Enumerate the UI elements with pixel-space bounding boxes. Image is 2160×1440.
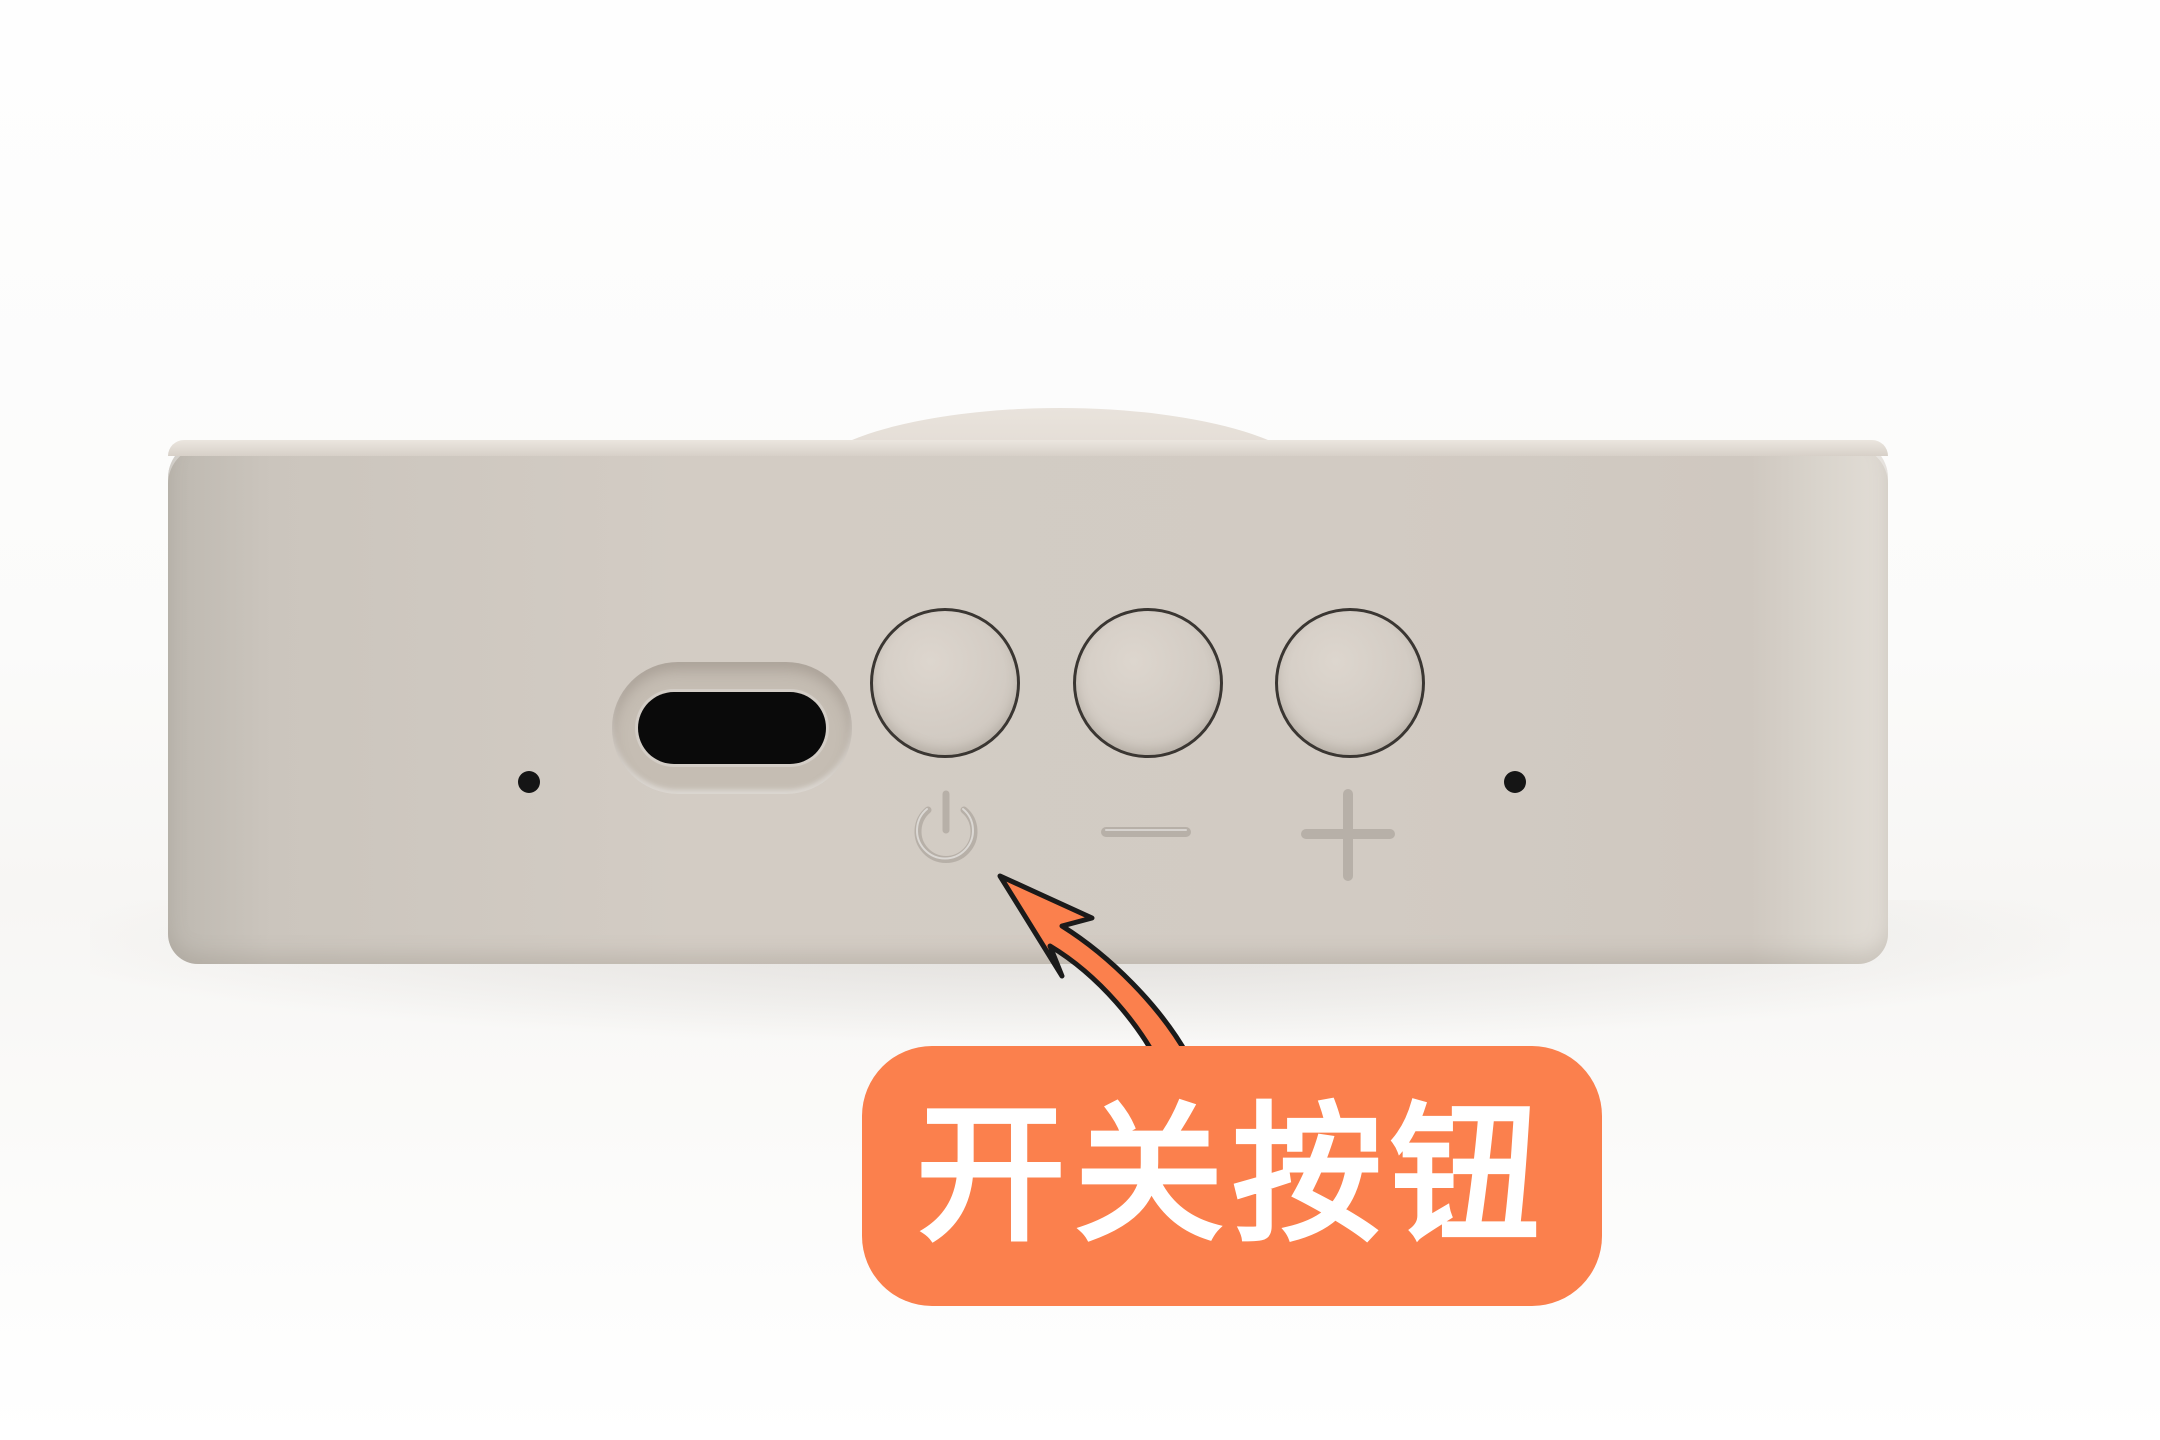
plus-icon [1301, 789, 1395, 881]
callout-badge: 开关按钮 [862, 1046, 1602, 1306]
power-button[interactable] [870, 608, 1020, 758]
microphone-hole-left [518, 771, 540, 793]
usb-c-port-opening [638, 692, 826, 764]
speaker-top-edge [168, 440, 1888, 456]
volume-down-button[interactable] [1073, 608, 1223, 758]
minus-icon [1101, 827, 1191, 837]
callout-arrow [997, 873, 1191, 1069]
usb-c-port [612, 662, 852, 794]
microphone-hole-right [1504, 771, 1526, 793]
volume-up-button[interactable] [1275, 608, 1425, 758]
product-photo: 开关按钮 [0, 0, 2160, 1440]
callout-label: 开关按钮 [915, 1089, 1548, 1263]
